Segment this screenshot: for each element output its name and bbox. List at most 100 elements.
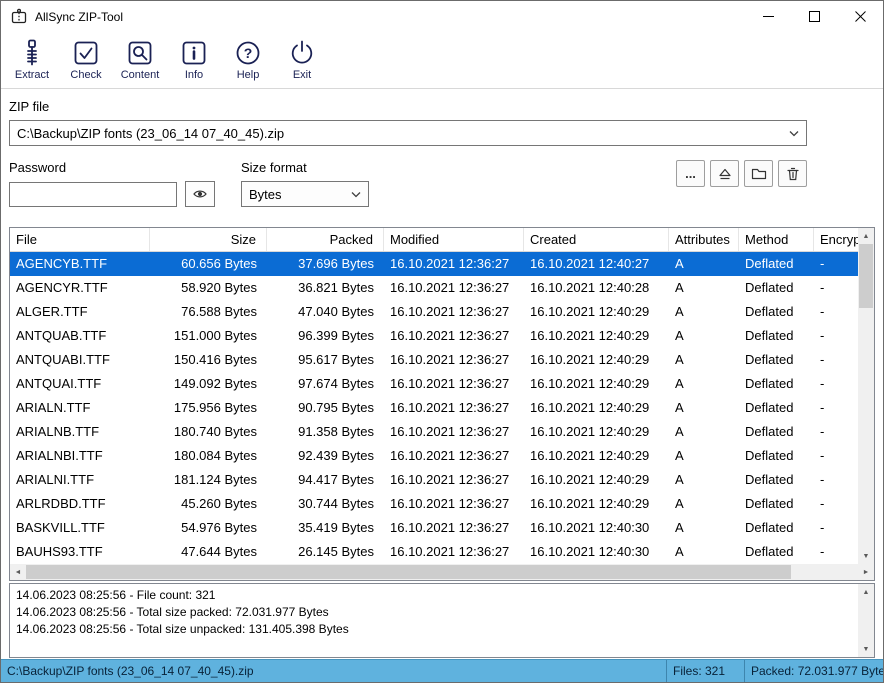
table-row[interactable]: AGENCYB.TTF60.656 Bytes37.696 Bytes16.10… — [10, 252, 858, 276]
minimize-button[interactable] — [745, 1, 791, 32]
toolbar-label: Check — [70, 69, 101, 81]
power-icon — [287, 38, 317, 68]
horizontal-scrollbar[interactable]: ◄ ► — [10, 564, 874, 580]
cell-modified: 16.10.2021 12:36:27 — [384, 348, 524, 372]
table-row[interactable]: ARIALNBI.TTF180.084 Bytes92.439 Bytes16.… — [10, 444, 858, 468]
scroll-down-icon[interactable]: ▼ — [858, 548, 874, 564]
cell-method: Deflated — [739, 468, 814, 492]
zip-file-combobox[interactable]: C:\Backup\ZIP fonts (23_06_14 07_40_45).… — [9, 120, 807, 146]
horizontal-scroll-track[interactable] — [26, 564, 858, 580]
cell-encrypt: - — [814, 276, 858, 300]
cell-method: Deflated — [739, 348, 814, 372]
cell-packed: 47.040 Bytes — [267, 300, 384, 324]
app-icon — [10, 8, 28, 26]
size-format-value: Bytes — [249, 187, 282, 202]
table-row[interactable]: ANTQUAI.TTF149.092 Bytes97.674 Bytes16.1… — [10, 372, 858, 396]
column-header-size[interactable]: Size — [150, 228, 267, 251]
cell-encrypt: - — [814, 540, 858, 564]
table-row[interactable]: BASKVILL.TTF54.976 Bytes35.419 Bytes16.1… — [10, 516, 858, 540]
vertical-scroll-thumb[interactable] — [859, 244, 873, 308]
column-header-method[interactable]: Method — [739, 228, 814, 251]
scroll-right-icon[interactable]: ► — [858, 564, 874, 580]
status-path: C:\Backup\ZIP fonts (23_06_14 07_40_45).… — [1, 660, 667, 682]
table-row[interactable]: BAUHS93.TTF47.644 Bytes26.145 Bytes16.10… — [10, 540, 858, 564]
vertical-scroll-track[interactable] — [858, 244, 874, 548]
status-file-count: Files: 321 — [667, 660, 745, 682]
scroll-down-icon[interactable]: ▼ — [858, 641, 874, 657]
table-row[interactable]: ARIALN.TTF175.956 Bytes90.795 Bytes16.10… — [10, 396, 858, 420]
check-button[interactable]: Check — [63, 36, 109, 88]
log-line: 14.06.2023 08:25:56 - File count: 321 — [16, 587, 852, 604]
content-button[interactable]: Content — [117, 36, 163, 88]
status-packed-size: Packed: 72.031.977 Bytes — [745, 660, 883, 682]
table-row[interactable]: ANTQUABI.TTF150.416 Bytes95.617 Bytes16.… — [10, 348, 858, 372]
table-row[interactable]: AGENCYR.TTF58.920 Bytes36.821 Bytes16.10… — [10, 276, 858, 300]
cell-modified: 16.10.2021 12:36:27 — [384, 444, 524, 468]
column-header-file[interactable]: File — [10, 228, 150, 251]
column-header-encrypt[interactable]: Encrypt — [814, 228, 858, 251]
browse-button[interactable]: ... — [676, 160, 705, 187]
cell-attributes: A — [669, 420, 739, 444]
title-bar[interactable]: AllSync ZIP-Tool — [1, 1, 883, 32]
cell-file: AGENCYB.TTF — [10, 252, 150, 276]
table-row[interactable]: ARIALNI.TTF181.124 Bytes94.417 Bytes16.1… — [10, 468, 858, 492]
column-header-created[interactable]: Created — [524, 228, 669, 251]
cell-method: Deflated — [739, 276, 814, 300]
cell-attributes: A — [669, 348, 739, 372]
cell-attributes: A — [669, 540, 739, 564]
show-password-button[interactable] — [185, 181, 215, 207]
delete-button[interactable] — [778, 160, 807, 187]
cell-file: ARLRDBD.TTF — [10, 492, 150, 516]
cell-method: Deflated — [739, 324, 814, 348]
cell-packed: 90.795 Bytes — [267, 396, 384, 420]
exit-button[interactable]: Exit — [279, 36, 325, 88]
password-input[interactable] — [9, 182, 177, 207]
cell-created: 16.10.2021 12:40:28 — [524, 276, 669, 300]
cell-modified: 16.10.2021 12:36:27 — [384, 324, 524, 348]
cell-modified: 16.10.2021 12:36:27 — [384, 492, 524, 516]
scroll-up-icon[interactable]: ▲ — [858, 228, 874, 244]
cell-file: ARIALNBI.TTF — [10, 444, 150, 468]
folder-icon — [751, 166, 767, 182]
cell-created: 16.10.2021 12:40:29 — [524, 420, 669, 444]
zip-file-value: C:\Backup\ZIP fonts (23_06_14 07_40_45).… — [17, 126, 284, 141]
cell-method: Deflated — [739, 516, 814, 540]
column-header-attributes[interactable]: Attributes — [669, 228, 739, 251]
close-button[interactable] — [837, 1, 883, 32]
size-format-select[interactable]: Bytes — [241, 181, 369, 207]
vertical-scrollbar[interactable]: ▲ ▼ — [858, 228, 874, 564]
cell-file: ARIALNI.TTF — [10, 468, 150, 492]
log-line: 14.06.2023 08:25:56 - Total size unpacke… — [16, 621, 852, 638]
open-folder-button[interactable] — [744, 160, 773, 187]
cell-method: Deflated — [739, 300, 814, 324]
zip-file-label: ZIP file — [9, 99, 875, 114]
app-window: AllSync ZIP-Tool — [0, 0, 884, 683]
toolbar-label: Extract — [15, 69, 49, 81]
table-row[interactable]: ALGER.TTF76.588 Bytes47.040 Bytes16.10.2… — [10, 300, 858, 324]
cell-modified: 16.10.2021 12:36:27 — [384, 372, 524, 396]
scroll-up-icon[interactable]: ▲ — [858, 584, 874, 600]
info-button[interactable]: Info — [171, 36, 217, 88]
cell-file: ANTQUAI.TTF — [10, 372, 150, 396]
table-row[interactable]: ARLRDBD.TTF45.260 Bytes30.744 Bytes16.10… — [10, 492, 858, 516]
column-header-modified[interactable]: Modified — [384, 228, 524, 251]
cell-method: Deflated — [739, 420, 814, 444]
log-scrollbar[interactable]: ▲ ▼ — [858, 584, 874, 657]
open-archive-button[interactable] — [710, 160, 739, 187]
column-header-packed[interactable]: Packed — [267, 228, 384, 251]
table-row[interactable]: ARIALNB.TTF180.740 Bytes91.358 Bytes16.1… — [10, 420, 858, 444]
maximize-button[interactable] — [791, 1, 837, 32]
options-row: Password Size format Bytes — [9, 160, 875, 209]
help-button[interactable]: ? Help — [225, 36, 271, 88]
extract-button[interactable]: Extract — [9, 36, 55, 88]
cell-modified: 16.10.2021 12:36:27 — [384, 276, 524, 300]
cell-file: AGENCYR.TTF — [10, 276, 150, 300]
cell-packed: 96.399 Bytes — [267, 324, 384, 348]
table-row[interactable]: ANTQUAB.TTF151.000 Bytes96.399 Bytes16.1… — [10, 324, 858, 348]
horizontal-scroll-thumb[interactable] — [26, 565, 791, 579]
cell-encrypt: - — [814, 444, 858, 468]
cell-size: 45.260 Bytes — [150, 492, 267, 516]
log-area[interactable]: 14.06.2023 08:25:56 - File count: 321 14.… — [9, 583, 875, 658]
scroll-left-icon[interactable]: ◄ — [10, 564, 26, 580]
cell-file: ARIALN.TTF — [10, 396, 150, 420]
